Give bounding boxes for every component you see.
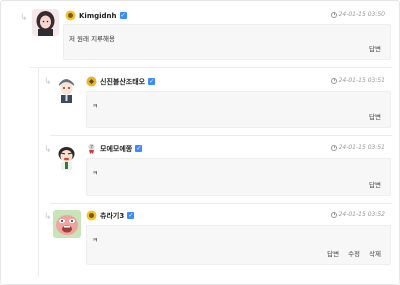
comment-item: ↳ 신진블산조태오 ✓ 24-01-15 03:51 ㅋ 답변	[0, 70, 400, 138]
level-badge-icon: 7	[86, 143, 97, 154]
author-nickname[interactable]: 모에모에쫑	[100, 144, 132, 154]
avatar[interactable]	[53, 210, 81, 238]
comment-item: ↳ 7 모에모에쫑 ✓ 24-01-15 03:51 ㅋ 답변	[0, 138, 400, 206]
comment-header: 7 모에모에쫑 ✓	[86, 142, 143, 155]
verified-icon: ✓	[127, 212, 135, 219]
clock-icon	[330, 11, 337, 18]
comment-body: ㅋ 답변	[86, 91, 391, 128]
timestamp-text: 24-01-15 03:52	[338, 211, 385, 218]
verified-icon: ✓	[135, 145, 143, 152]
author-nickname[interactable]: 츄라기3	[100, 211, 124, 221]
delete-button[interactable]: 삭제	[369, 248, 381, 258]
level-badge-icon	[65, 10, 76, 21]
verified-icon: ✓	[119, 12, 127, 19]
comment-item: ↳ 츄라기3 ✓ 24-01-15 03:52 ㅋ 답변 수정 삭제	[0, 206, 400, 276]
avatar[interactable]	[53, 143, 80, 170]
reply-arrow-icon: ↳	[44, 145, 52, 155]
timestamp-text: 24-01-15 03:50	[338, 11, 385, 18]
author-nickname[interactable]: Kimgidnh	[79, 12, 117, 20]
avatar[interactable]	[32, 9, 59, 36]
comment-body: 저 원래 지루해용 답변	[63, 24, 391, 60]
comment-item: ↳ Kimgidnh ✓ 24-01-15 03:50 저 원래 지루해용 답변	[0, 0, 400, 70]
reply-arrow-icon: ↳	[44, 77, 52, 87]
reply-button[interactable]: 답변	[369, 43, 381, 53]
comment-timestamp: 24-01-15 03:51	[330, 77, 385, 84]
divider	[50, 135, 392, 136]
reply-arrow-icon: ↳	[20, 13, 28, 23]
comment-body: ㅋ 답변 수정 삭제	[86, 225, 391, 265]
reply-button[interactable]: 답변	[369, 179, 381, 189]
comment-actions: 답변	[369, 111, 381, 121]
comment-header: 츄라기3 ✓	[86, 209, 135, 222]
avatar[interactable]	[53, 76, 80, 103]
level-badge-icon	[86, 210, 97, 221]
reply-button[interactable]: 답변	[369, 111, 381, 121]
comment-header: 신진블산조태오 ✓	[86, 75, 156, 88]
comment-actions: 답변	[369, 43, 381, 53]
comment-timestamp: 24-01-15 03:52	[330, 211, 385, 218]
edit-button[interactable]: 수정	[348, 248, 360, 258]
comment-header: Kimgidnh ✓	[65, 9, 127, 22]
comment-text: ㅋ	[92, 102, 98, 110]
clock-icon	[330, 211, 337, 218]
comment-text: ㅋ	[92, 169, 98, 177]
comment-actions: 답변 수정 삭제	[327, 248, 381, 258]
comment-text: ㅋ	[92, 236, 98, 244]
svg-text:7: 7	[90, 145, 93, 151]
reply-button[interactable]: 답변	[327, 248, 339, 258]
comment-timestamp: 24-01-15 03:51	[330, 144, 385, 151]
comment-text: 저 원래 지루해용	[69, 35, 115, 43]
timestamp-text: 24-01-15 03:51	[338, 144, 385, 151]
clock-icon	[330, 144, 337, 151]
clock-icon	[330, 77, 337, 84]
author-nickname[interactable]: 신진블산조태오	[100, 77, 145, 87]
timestamp-text: 24-01-15 03:51	[338, 77, 385, 84]
comment-body: ㅋ 답변	[86, 158, 391, 196]
comment-actions: 답변	[369, 179, 381, 189]
comment-timestamp: 24-01-15 03:50	[330, 11, 385, 18]
divider	[50, 203, 392, 204]
divider	[30, 67, 392, 68]
reply-arrow-icon: ↳	[44, 212, 52, 222]
verified-icon: ✓	[148, 78, 156, 85]
level-badge-icon	[86, 76, 97, 87]
